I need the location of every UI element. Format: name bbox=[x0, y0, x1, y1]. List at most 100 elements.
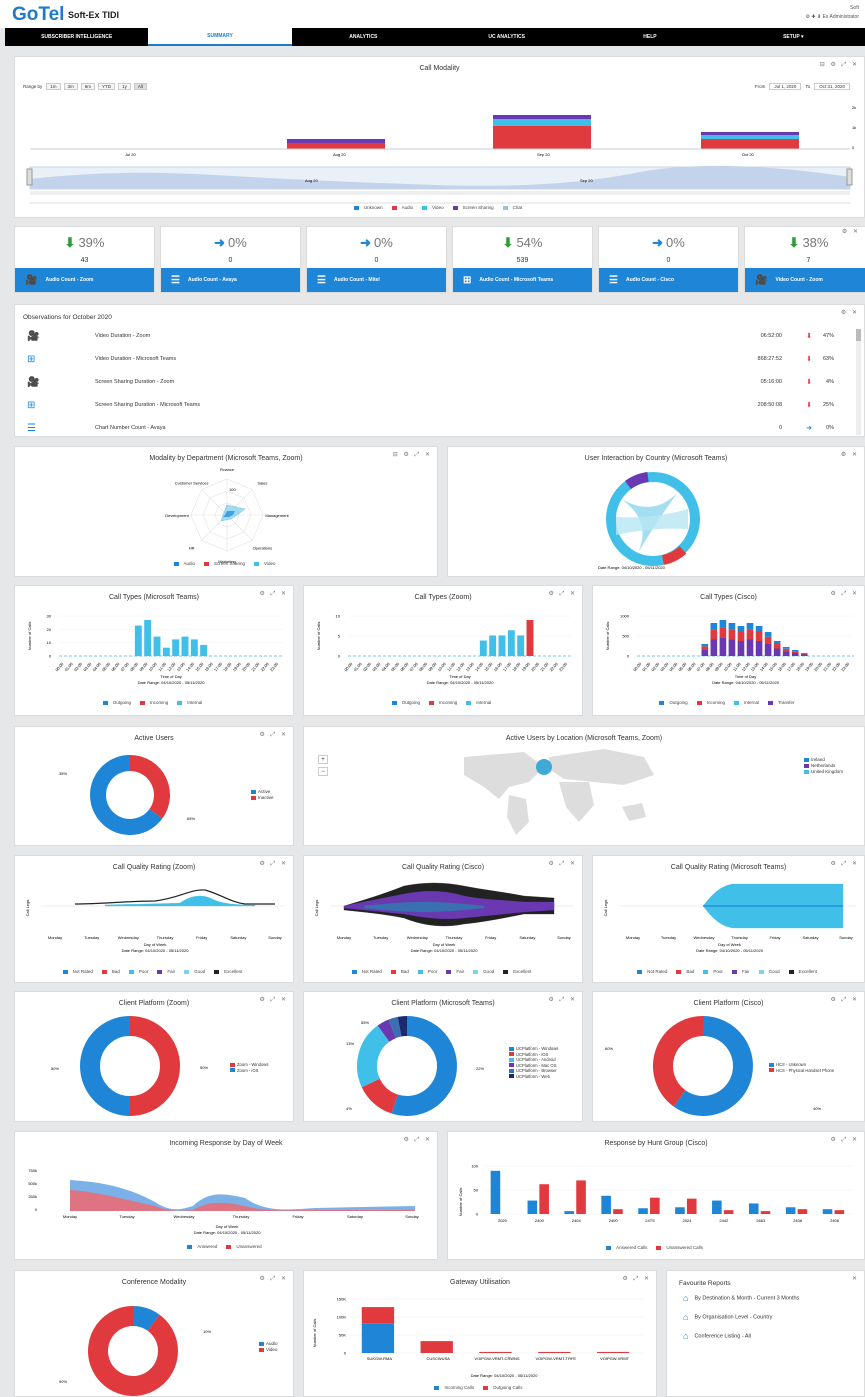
kpi-card[interactable]: ➜ 0% 0 ☰ Audio Count - Cisco bbox=[598, 226, 739, 293]
scrollbar[interactable] bbox=[856, 329, 861, 435]
legend-item[interactable]: Screen Sharing bbox=[452, 205, 497, 210]
donut-slice[interactable] bbox=[388, 1016, 402, 1039]
legend-item[interactable]: Good bbox=[758, 969, 783, 974]
app-icon: ⊞ bbox=[27, 354, 36, 365]
legend-item[interactable]: Transfer bbox=[767, 700, 798, 705]
legend-item[interactable]: Incoming bbox=[428, 700, 460, 705]
legend-item[interactable]: Unanswered bbox=[226, 1244, 264, 1249]
legend-item[interactable]: Video bbox=[259, 1347, 278, 1353]
legend-item[interactable]: Video bbox=[422, 205, 446, 210]
kpi-menu-icon[interactable]: ⚙ ✕ bbox=[842, 228, 860, 235]
list-item[interactable]: ☰ Chart Number Count - Avaya 0 ➜ 0% bbox=[15, 419, 852, 439]
legend-item[interactable]: Chat bbox=[502, 205, 526, 210]
legend-item[interactable]: Not Rated bbox=[637, 969, 670, 974]
legend-item[interactable]: Video bbox=[254, 561, 278, 566]
nav-tab[interactable]: HELP bbox=[578, 28, 721, 46]
legend-item[interactable]: Internal bbox=[177, 700, 205, 705]
legend-item[interactable]: Poor bbox=[417, 969, 441, 974]
legend-item[interactable]: Fair bbox=[446, 969, 467, 974]
legend-item[interactable]: Internal bbox=[733, 700, 762, 705]
donut-slice[interactable] bbox=[80, 1016, 131, 1116]
favourite-report-link[interactable]: ⌂ Conference Listing - All bbox=[683, 1331, 751, 1341]
donut-slice[interactable] bbox=[653, 1016, 704, 1107]
nav-tab[interactable]: SUMMARY bbox=[148, 28, 292, 46]
nav-tab[interactable]: SETUP ▾ bbox=[722, 28, 865, 46]
legend-item[interactable]: Fair bbox=[731, 969, 753, 974]
donut-slice[interactable] bbox=[391, 1016, 457, 1116]
list-item[interactable]: 🎥 Screen Sharing Duration - Zoom 05:16:00 ⬇… bbox=[15, 373, 852, 393]
nav-tab[interactable]: UC ANALYTICS bbox=[435, 28, 578, 46]
favourite-report-link[interactable]: ⌂ By Organisation Level - Country bbox=[683, 1312, 772, 1322]
header-user-area[interactable]: Soft ⚙ ✚ ⬇ Ex Administrator bbox=[806, 4, 859, 22]
navigator-handle[interactable] bbox=[846, 168, 853, 186]
list-item[interactable]: 🎥 Video Duration - Zoom 06:52:00 ⬇ 47% bbox=[15, 327, 852, 347]
legend-item[interactable]: HCS - Physical Handset Phone bbox=[769, 1068, 834, 1074]
legend-item[interactable]: Audio bbox=[391, 205, 417, 210]
legend-item[interactable]: Screen Sharing bbox=[204, 561, 248, 566]
legend-item[interactable]: Good bbox=[473, 969, 497, 974]
legend-item[interactable]: Not Rated bbox=[62, 969, 96, 974]
kpi-card[interactable]: ⬇ 39% 43 🎥 Audio Count - Zoom bbox=[14, 226, 155, 293]
legend-item[interactable]: Poor bbox=[128, 969, 152, 974]
legend-item[interactable]: Outgoing Calls bbox=[482, 1385, 526, 1390]
legend-item[interactable]: Not Rated bbox=[351, 969, 385, 974]
donut-slice[interactable] bbox=[132, 1306, 160, 1332]
list-item[interactable]: ⊞ Screen Sharing Duration - Microsoft Tea… bbox=[15, 396, 852, 416]
legend-item[interactable]: Answered Calls bbox=[606, 1245, 650, 1250]
donut-slice[interactable] bbox=[361, 1078, 399, 1114]
legend-item[interactable]: Answered bbox=[187, 1244, 220, 1249]
legend-item[interactable]: Bad bbox=[101, 969, 123, 974]
legend-label: UCPlatform - Android bbox=[516, 1057, 556, 1062]
kpi-card[interactable]: ⬇ 54% 539 ⊞ Audio Count - Microsoft Teams bbox=[452, 226, 593, 293]
legend-item[interactable]: Incoming Calls bbox=[434, 1385, 477, 1390]
chart-legend: Answered Calls Unanswered Calls bbox=[448, 1245, 864, 1250]
legend-item[interactable]: Good bbox=[184, 969, 208, 974]
legend-item[interactable]: Zoom - iOS bbox=[230, 1068, 268, 1074]
kpi-card[interactable]: ➜ 0% 0 ☰ Audio Count - Mitel bbox=[306, 226, 447, 293]
donut-slice[interactable] bbox=[129, 755, 170, 819]
legend-item[interactable]: Excellent bbox=[788, 969, 820, 974]
navigator-handle[interactable] bbox=[26, 168, 33, 186]
legend-swatch bbox=[184, 969, 190, 974]
donut-slice[interactable] bbox=[397, 1016, 408, 1037]
kpi-card[interactable]: ⬇ 38% 7 🎥 Video Count - Zoom bbox=[744, 226, 865, 293]
kpi-count: 0 bbox=[228, 257, 233, 264]
donut-slice[interactable] bbox=[88, 1306, 178, 1396]
favourite-report-link[interactable]: ⌂ By Destination & Month - Current 3 Mont… bbox=[683, 1293, 799, 1303]
legend-item[interactable]: Audio bbox=[173, 561, 199, 566]
kpi-card[interactable]: ➜ 0% 0 ☰ Audio Count - Avaya bbox=[160, 226, 301, 293]
nav-tab[interactable]: ANALYTICS bbox=[292, 28, 435, 46]
donut-slice[interactable] bbox=[377, 1019, 397, 1042]
legend-item[interactable]: United Kingdom bbox=[804, 769, 843, 775]
y-tick-label: 30 bbox=[47, 614, 52, 619]
map-highlight[interactable] bbox=[536, 759, 552, 775]
legend-item[interactable]: Fair bbox=[157, 969, 178, 974]
legend-item[interactable]: Unknown bbox=[353, 205, 386, 210]
legend-item[interactable]: Poor bbox=[703, 969, 726, 974]
legend-item[interactable]: Incoming bbox=[139, 700, 171, 705]
legend-item[interactable]: Unanswered Calls bbox=[656, 1245, 706, 1250]
legend-item[interactable]: Excellent bbox=[503, 969, 534, 974]
legend-item[interactable]: Internal bbox=[466, 700, 494, 705]
donut-slice[interactable] bbox=[357, 1025, 390, 1088]
legend-item[interactable]: Outgoing bbox=[391, 700, 423, 705]
legend-item[interactable]: UCPlatform - Web bbox=[509, 1074, 558, 1080]
user-name[interactable]: ⚙ ✚ ⬇ Ex Administrator bbox=[806, 13, 859, 22]
legend-item[interactable]: Inactive bbox=[251, 795, 274, 801]
scrollbar[interactable] bbox=[30, 191, 850, 195]
bar bbox=[822, 1209, 833, 1214]
navigator[interactable]: Aug 20 Sep 20 bbox=[26, 165, 853, 190]
close-icon[interactable]: ✕ bbox=[852, 1275, 859, 1282]
legend-item[interactable]: Bad bbox=[390, 969, 412, 974]
legend-swatch bbox=[434, 1385, 440, 1390]
legend-item[interactable]: Bad bbox=[676, 969, 697, 974]
legend-item[interactable]: Excellent bbox=[214, 969, 245, 974]
donut-slice[interactable] bbox=[129, 1016, 180, 1116]
legend-item[interactable]: Incoming bbox=[696, 700, 728, 705]
panel-menu-icon[interactable]: ⚙ ✕ bbox=[841, 309, 859, 316]
y-axis-label: Number of Calls bbox=[458, 1188, 463, 1217]
legend-item[interactable]: Outgoing bbox=[102, 700, 134, 705]
legend-item[interactable]: Outgoing bbox=[659, 700, 690, 705]
nav-tab[interactable]: SUBSCRIBER INTELLIGENCE bbox=[5, 28, 148, 46]
list-item[interactable]: ⊞ Video Duration - Microsoft Teams 868:27:… bbox=[15, 350, 852, 370]
